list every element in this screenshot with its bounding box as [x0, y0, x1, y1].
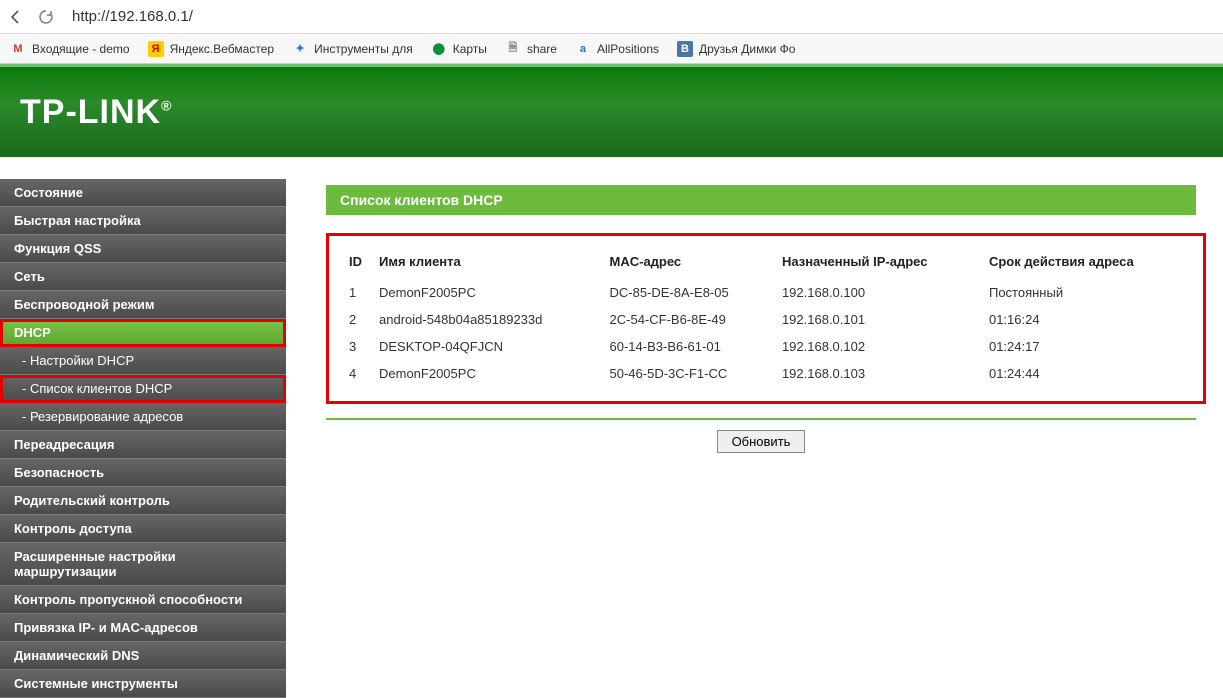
col-ip: Назначенный IP-адрес — [776, 246, 983, 279]
yandex-icon: Я — [148, 41, 164, 57]
sidebar-item-8[interactable]: - Резервирование адресов — [0, 403, 286, 431]
allpositions-icon: a — [575, 41, 591, 57]
cell-name: DemonF2005PC — [373, 279, 604, 306]
table-row: 2android-548b04a85189233d2C-54-CF-B6-8E-… — [343, 306, 1189, 333]
cell-mac: 50-46-5D-3C-F1-CC — [604, 360, 776, 387]
sidebar-item-15[interactable]: Привязка IP- и MAC-адресов — [0, 614, 286, 642]
browser-nav-bar — [0, 0, 1223, 34]
dhcp-client-table: ID Имя клиента MAC-адрес Назначенный IP-… — [343, 246, 1189, 387]
bookmark-label: Входящие - demo — [32, 42, 130, 56]
cell-name: android-548b04a85189233d — [373, 306, 604, 333]
bookmarks-bar: M Входящие - demo Я Яндекс.Вебмастер ✦ И… — [0, 34, 1223, 64]
cell-name: DemonF2005PC — [373, 360, 604, 387]
bookmark-label: Карты — [453, 42, 487, 56]
sidebar-item-16[interactable]: Динамический DNS — [0, 642, 286, 670]
cell-id: 1 — [343, 279, 373, 306]
bookmark-yandex[interactable]: Я Яндекс.Вебмастер — [148, 41, 274, 57]
cell-lease: Постоянный — [983, 279, 1189, 306]
doc-icon: 🗎 — [505, 41, 521, 57]
cell-id: 3 — [343, 333, 373, 360]
cell-ip: 192.168.0.101 — [776, 306, 983, 333]
bookmark-gmail[interactable]: M Входящие - demo — [10, 41, 130, 57]
bookmark-allpositions[interactable]: a AllPositions — [575, 41, 659, 57]
brand-logo: TP-LINK® — [20, 93, 172, 132]
maps-icon: ⬤ — [431, 41, 447, 57]
dhcp-client-table-wrap: ID Имя клиента MAC-адрес Назначенный IP-… — [326, 233, 1206, 404]
sidebar-item-3[interactable]: Сеть — [0, 263, 286, 291]
bookmark-label: Яндекс.Вебмастер — [170, 42, 274, 56]
bookmark-maps[interactable]: ⬤ Карты — [431, 41, 487, 57]
cell-mac: 60-14-B3-B6-61-01 — [604, 333, 776, 360]
sidebar-item-12[interactable]: Контроль доступа — [0, 515, 286, 543]
sidebar-item-11[interactable]: Родительский контроль — [0, 487, 286, 515]
reload-button[interactable] — [36, 7, 56, 27]
sidebar-item-13[interactable]: Расширенные настройки маршрутизации — [0, 543, 286, 586]
cell-lease: 01:16:24 — [983, 306, 1189, 333]
bookmark-label: share — [527, 42, 557, 56]
cell-mac: DC-85-DE-8A-E8-05 — [604, 279, 776, 306]
sidebar-item-0[interactable]: Состояние — [0, 179, 286, 207]
cell-id: 2 — [343, 306, 373, 333]
sidebar-item-17[interactable]: Системные инструменты — [0, 670, 286, 698]
sidebar-item-2[interactable]: Функция QSS — [0, 235, 286, 263]
table-row: 1DemonF2005PCDC-85-DE-8A-E8-05192.168.0.… — [343, 279, 1189, 306]
col-mac: MAC-адрес — [604, 246, 776, 279]
table-row: 4DemonF2005PC50-46-5D-3C-F1-CC192.168.0.… — [343, 360, 1189, 387]
cell-ip: 192.168.0.100 — [776, 279, 983, 306]
router-header: TP-LINK® — [0, 64, 1223, 157]
back-button[interactable] — [6, 7, 26, 27]
cell-mac: 2C-54-CF-B6-8E-49 — [604, 306, 776, 333]
bookmark-share[interactable]: 🗎 share — [505, 41, 557, 57]
sidebar-item-9[interactable]: Переадресация — [0, 431, 286, 459]
bookmark-label: Инструменты для — [314, 42, 413, 56]
col-name: Имя клиента — [373, 246, 604, 279]
bookmark-label: AllPositions — [597, 42, 659, 56]
bookmark-vk[interactable]: B Друзья Димки Фо — [677, 41, 795, 57]
cell-ip: 192.168.0.102 — [776, 333, 983, 360]
url-input[interactable] — [66, 4, 1217, 30]
main-content: Список клиентов DHCP ID Имя клиента MAC-… — [286, 157, 1223, 680]
gmail-icon: M — [10, 41, 26, 57]
sidebar-item-14[interactable]: Контроль пропускной способности — [0, 586, 286, 614]
divider — [326, 418, 1196, 420]
table-header-row: ID Имя клиента MAC-адрес Назначенный IP-… — [343, 246, 1189, 279]
col-id: ID — [343, 246, 373, 279]
sidebar-item-10[interactable]: Безопасность — [0, 459, 286, 487]
sidebar-item-4[interactable]: Беспроводной режим — [0, 291, 286, 319]
bookmark-label: Друзья Димки Фо — [699, 42, 795, 56]
col-lease: Срок действия адреса — [983, 246, 1189, 279]
cell-ip: 192.168.0.103 — [776, 360, 983, 387]
sidebar-item-7[interactable]: - Список клиентов DHCP — [0, 375, 286, 403]
bookmark-tools[interactable]: ✦ Инструменты для — [292, 41, 413, 57]
sidebar-item-6[interactable]: - Настройки DHCP — [0, 347, 286, 375]
cell-lease: 01:24:44 — [983, 360, 1189, 387]
sidebar-item-1[interactable]: Быстрая настройка — [0, 207, 286, 235]
cell-name: DESKTOP-04QFJCN — [373, 333, 604, 360]
refresh-button[interactable]: Обновить — [717, 430, 806, 453]
tools-icon: ✦ — [292, 41, 308, 57]
page-title: Список клиентов DHCP — [326, 185, 1196, 215]
cell-lease: 01:24:17 — [983, 333, 1189, 360]
vk-icon: B — [677, 41, 693, 57]
table-row: 3DESKTOP-04QFJCN60-14-B3-B6-61-01192.168… — [343, 333, 1189, 360]
sidebar-nav: СостояниеБыстрая настройкаФункция QSSСет… — [0, 157, 286, 680]
sidebar-item-5[interactable]: DHCP — [0, 319, 286, 347]
cell-id: 4 — [343, 360, 373, 387]
